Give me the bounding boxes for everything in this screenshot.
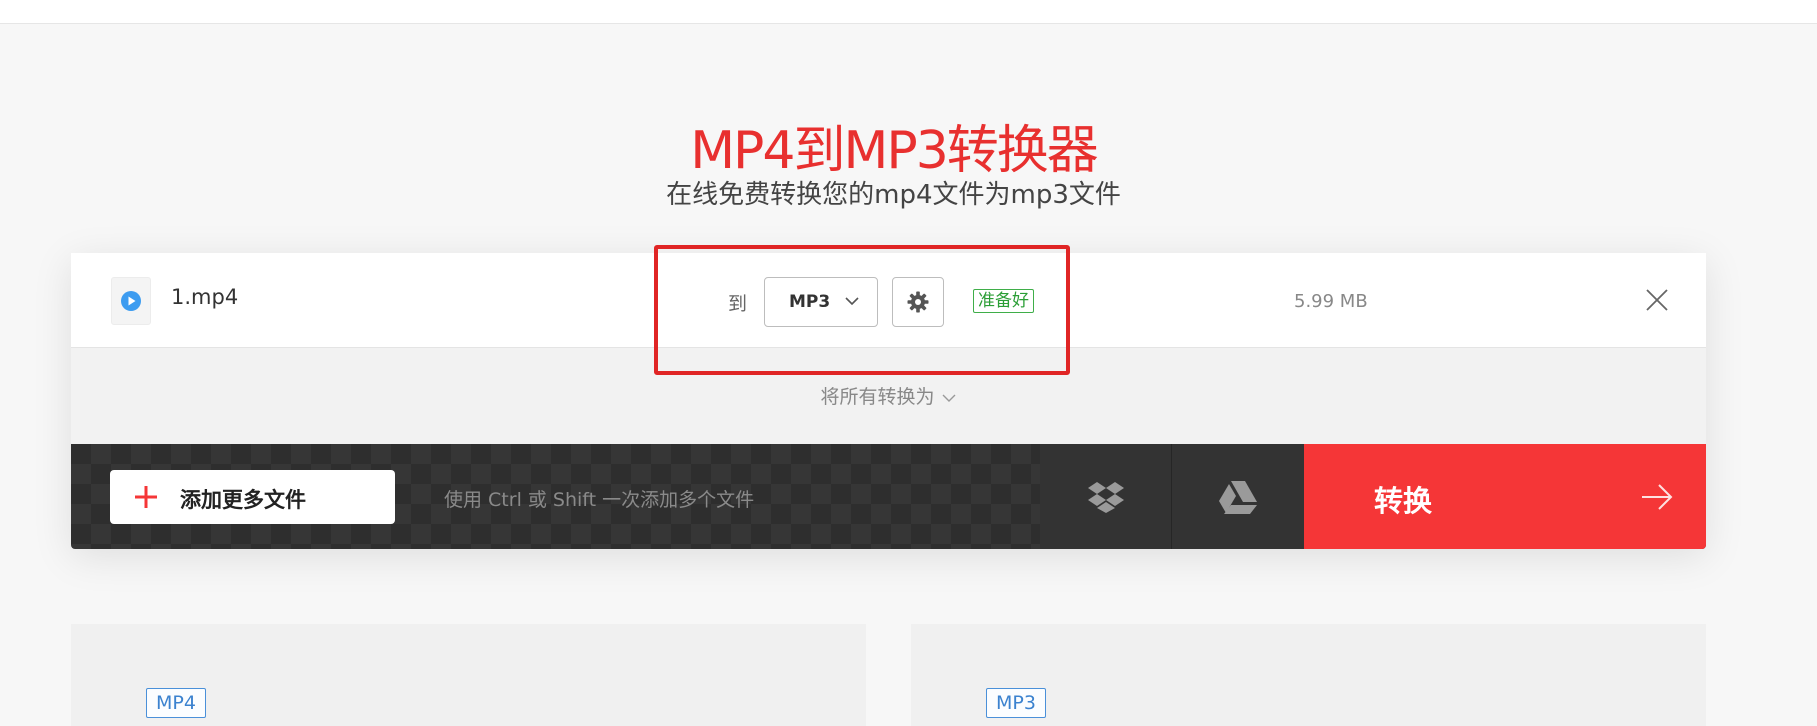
multi-select-hint: 使用 Ctrl 或 Shift 一次添加多个文件 [444, 489, 755, 511]
target-format-value: MP3 [789, 292, 831, 312]
remove-file-button[interactable] [1642, 285, 1672, 315]
google-drive-button[interactable] [1172, 444, 1304, 549]
target-format-select[interactable]: MP3 [764, 277, 878, 327]
to-label: 到 [728, 293, 748, 315]
convert-all-dropdown[interactable]: 将所有转换为 [71, 382, 1706, 409]
file-size: 5.99 MB [1294, 291, 1368, 312]
file-row: 1.mp4 到 MP3 准备好 5.99 MB [71, 253, 1706, 348]
add-more-files-label: 添加更多文件 [180, 488, 306, 512]
plus-icon [135, 486, 157, 508]
source-format-panel: MP4 [71, 624, 866, 726]
convert-button[interactable]: 转换 [1304, 444, 1706, 549]
action-bar: 添加更多文件 使用 Ctrl 或 Shift 一次添加多个文件 转换 [71, 444, 1706, 549]
file-name: 1.mp4 [171, 285, 239, 309]
convert-all-row: 将所有转换为 [71, 348, 1706, 444]
dropbox-icon [1087, 481, 1124, 513]
convert-label: 转换 [1374, 484, 1433, 518]
file-type-icon [111, 277, 151, 325]
target-format-tag: MP3 [986, 688, 1046, 718]
arrow-right-icon [1642, 484, 1673, 510]
chevron-down-icon [942, 394, 955, 402]
close-icon [1646, 289, 1668, 311]
convert-all-label: 将所有转换为 [820, 386, 935, 408]
status-badge: 准备好 [973, 289, 1034, 313]
play-circle-icon [121, 291, 141, 311]
chevron-down-icon [845, 297, 859, 306]
gear-icon [907, 291, 929, 313]
page-subtitle: 在线免费转换您的mp4文件为mp3文件 [666, 180, 1121, 210]
dropbox-button[interactable] [1040, 444, 1172, 549]
settings-button[interactable] [892, 277, 944, 327]
add-more-files-button[interactable]: 添加更多文件 [110, 470, 395, 524]
top-bar [0, 0, 1817, 24]
page-title: MP4到MP3转换器 [690, 121, 1099, 181]
source-format-tag: MP4 [146, 688, 206, 718]
target-format-panel: MP3 [911, 624, 1706, 726]
google-drive-icon [1219, 480, 1257, 514]
